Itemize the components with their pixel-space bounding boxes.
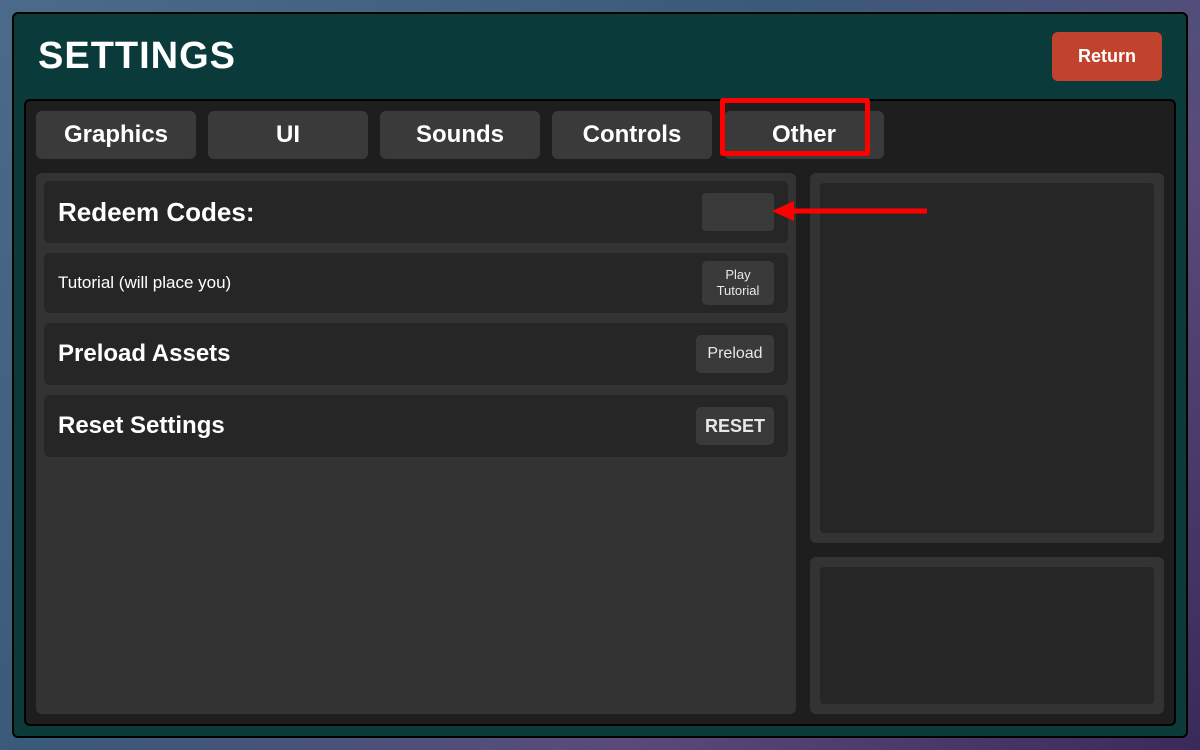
right-column <box>810 173 1164 714</box>
reset-settings-label: Reset Settings <box>58 412 225 440</box>
redeem-codes-label: Redeem Codes: <box>58 197 255 228</box>
preload-assets-row: Preload Assets Preload <box>44 323 788 385</box>
tutorial-label: Tutorial (will place you) <box>58 273 231 293</box>
tab-ui[interactable]: UI <box>208 111 368 159</box>
settings-panel: SETTINGS Return Graphics UI Sounds Contr… <box>12 12 1188 738</box>
settings-header: SETTINGS Return <box>14 14 1186 93</box>
reset-settings-row: Reset Settings RESET <box>44 395 788 457</box>
tab-bar: Graphics UI Sounds Controls Other <box>36 111 1164 159</box>
redeem-codes-row: Redeem Codes: <box>44 181 788 243</box>
tab-graphics[interactable]: Graphics <box>36 111 196 159</box>
redeem-code-input[interactable] <box>702 193 774 231</box>
preview-panel-top <box>810 173 1164 543</box>
tutorial-row: Tutorial (will place you) Play Tutorial <box>44 253 788 313</box>
reset-button[interactable]: RESET <box>696 407 774 445</box>
play-tutorial-button[interactable]: Play Tutorial <box>702 261 774 305</box>
settings-list: Redeem Codes: Tutorial (will place you) … <box>36 173 796 714</box>
settings-body: Graphics UI Sounds Controls Other Redeem… <box>24 99 1176 726</box>
tab-other[interactable]: Other <box>724 111 884 159</box>
page-title: SETTINGS <box>38 35 236 78</box>
preview-panel-bottom-inner <box>820 567 1154 704</box>
preload-button[interactable]: Preload <box>696 335 774 373</box>
preview-panel-top-inner <box>820 183 1154 533</box>
play-tutorial-line1: Play <box>704 267 772 283</box>
tab-sounds[interactable]: Sounds <box>380 111 540 159</box>
tab-controls[interactable]: Controls <box>552 111 712 159</box>
return-button[interactable]: Return <box>1052 32 1162 81</box>
play-tutorial-line2: Tutorial <box>704 283 772 299</box>
preview-panel-bottom <box>810 557 1164 714</box>
preload-assets-label: Preload Assets <box>58 340 231 368</box>
content-area: Redeem Codes: Tutorial (will place you) … <box>36 173 1164 714</box>
